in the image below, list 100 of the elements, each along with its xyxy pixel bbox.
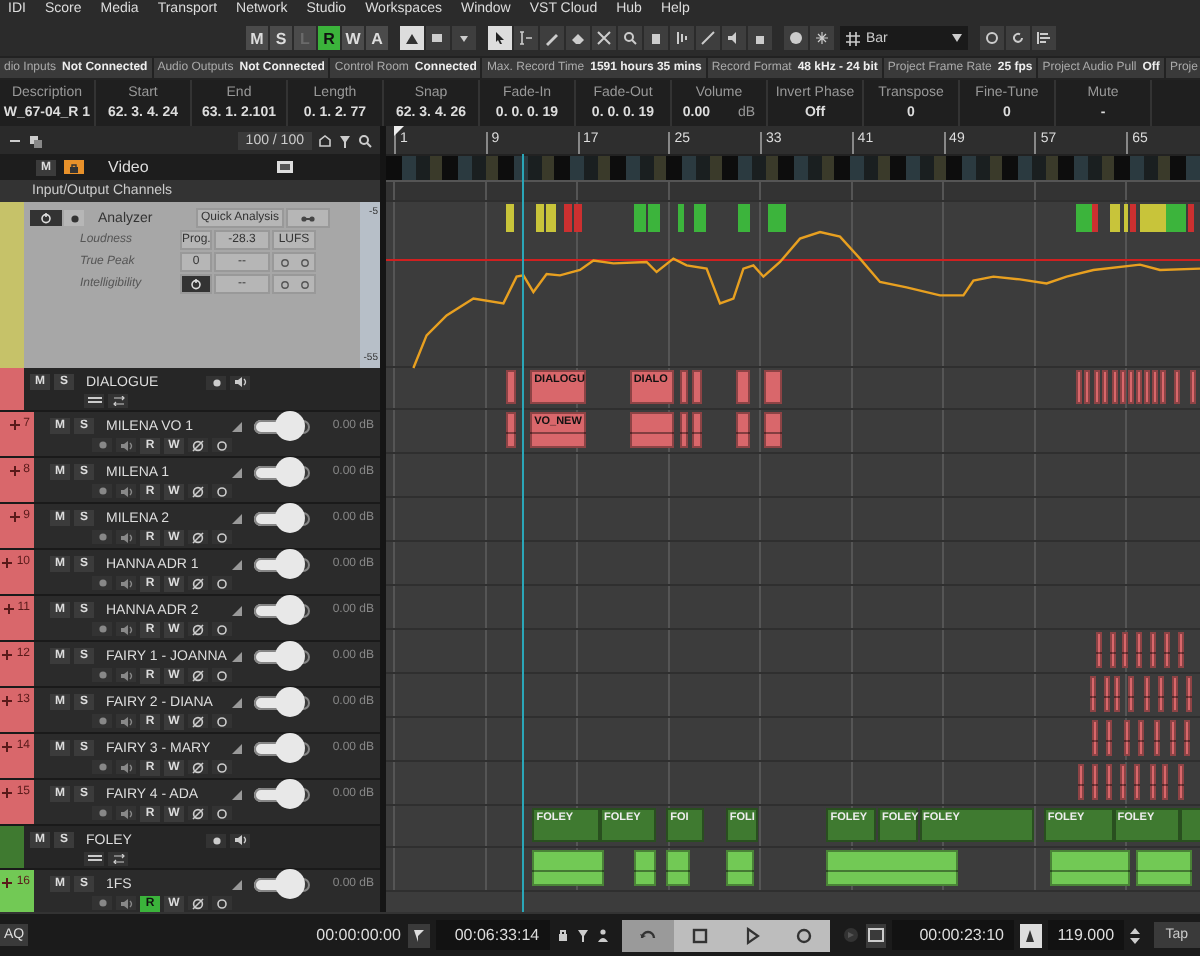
audio-event[interactable]	[1109, 632, 1115, 668]
record-dot-icon[interactable]	[97, 486, 107, 496]
audio-event[interactable]	[506, 412, 517, 448]
volume-fader[interactable]	[252, 741, 312, 755]
phase-icon[interactable]	[192, 531, 204, 543]
time-field[interactable]: 00:00:23:10	[892, 920, 1014, 950]
volume-fader[interactable]	[252, 557, 312, 571]
audio-event[interactable]	[691, 412, 702, 448]
audio-event[interactable]	[763, 370, 782, 404]
line-icon[interactable]	[700, 30, 716, 46]
audio-event[interactable]	[1075, 370, 1082, 404]
monitor-icon[interactable]	[216, 531, 228, 543]
mode-button[interactable]: W	[342, 26, 364, 50]
record-dot-icon[interactable]	[97, 532, 107, 542]
stop-icon[interactable]	[689, 925, 710, 945]
audio-event[interactable]	[1078, 764, 1085, 800]
record-dot-icon[interactable]	[211, 377, 221, 387]
volume-fader[interactable]	[252, 877, 312, 891]
audio-event[interactable]	[1105, 720, 1112, 756]
filter-icon[interactable]	[338, 133, 352, 147]
audio-event[interactable]	[1183, 720, 1190, 756]
audio-event[interactable]	[725, 850, 754, 886]
audio-event[interactable]	[1094, 370, 1101, 404]
audio-event[interactable]	[629, 412, 674, 448]
audio-event[interactable]	[1178, 764, 1185, 800]
volume-fader[interactable]	[252, 511, 312, 525]
audio-event[interactable]	[1169, 720, 1176, 756]
speaker-icon[interactable]	[119, 761, 133, 773]
speaker-icon[interactable]	[119, 439, 133, 451]
monitor-icon[interactable]	[216, 669, 228, 681]
volume-fader[interactable]	[252, 649, 312, 663]
volume-fader[interactable]	[252, 465, 312, 479]
record-dot-icon[interactable]	[97, 440, 107, 450]
audio-event[interactable]	[1102, 370, 1109, 404]
lanes-icon[interactable]	[87, 396, 101, 406]
audio-event[interactable]	[1133, 764, 1139, 800]
record-dot-icon[interactable]	[97, 716, 107, 726]
audio-event[interactable]	[1135, 632, 1142, 668]
speaker-icon[interactable]	[119, 623, 133, 635]
speaker-icon[interactable]	[233, 376, 247, 388]
bars-icon[interactable]	[674, 30, 690, 46]
audio-event[interactable]	[1153, 720, 1160, 756]
record-dot-icon[interactable]	[69, 213, 79, 223]
audio-event[interactable]	[1136, 370, 1143, 404]
speaker-icon[interactable]	[119, 807, 133, 819]
audio-event[interactable]	[666, 850, 691, 886]
audio-event[interactable]	[763, 412, 782, 448]
pencil-icon[interactable]	[544, 30, 560, 46]
copy-icon[interactable]	[28, 133, 42, 147]
monitor-icon[interactable]	[216, 715, 228, 727]
speaker-icon[interactable]	[726, 30, 742, 46]
audio-event[interactable]	[1143, 676, 1150, 712]
audio-event[interactable]	[1163, 632, 1170, 668]
phase-icon[interactable]	[192, 485, 204, 497]
monitor-icon[interactable]	[216, 485, 228, 497]
play-icon[interactable]	[741, 925, 762, 945]
phase-icon[interactable]	[192, 715, 204, 727]
audio-event[interactable]	[1112, 370, 1119, 404]
record-dot-icon[interactable]	[97, 808, 107, 818]
filter-icon[interactable]	[575, 928, 590, 942]
audio-event[interactable]	[1120, 764, 1127, 800]
audio-event[interactable]	[634, 850, 656, 886]
screen-icon[interactable]	[867, 928, 884, 942]
phase-icon[interactable]	[192, 577, 204, 589]
playhead-line[interactable]	[522, 154, 525, 912]
speaker-icon[interactable]	[119, 715, 133, 727]
mode-button[interactable]: A	[366, 26, 388, 50]
time-field[interactable]: 00:06:33:14	[435, 920, 550, 950]
phase-icon[interactable]	[192, 669, 204, 681]
speaker-icon[interactable]	[119, 897, 133, 909]
audio-event[interactable]	[1171, 676, 1178, 712]
options-icon[interactable]	[300, 213, 316, 223]
audio-event[interactable]	[1152, 370, 1159, 404]
record-icon[interactable]	[793, 925, 814, 945]
audio-event[interactable]	[1144, 370, 1151, 404]
speaker-icon[interactable]	[233, 834, 247, 846]
monitor-icon[interactable]	[216, 623, 228, 635]
audio-event[interactable]	[1121, 632, 1128, 668]
audio-event[interactable]	[1162, 764, 1169, 800]
mode-button[interactable]: M	[246, 26, 268, 50]
audio-event[interactable]	[1106, 764, 1113, 800]
audio-event[interactable]	[1049, 850, 1130, 886]
volume-fader[interactable]	[252, 419, 312, 433]
spin-icon[interactable]	[1129, 927, 1140, 943]
audio-event[interactable]	[1157, 676, 1164, 712]
record-dot-icon[interactable]	[211, 835, 221, 845]
audio-event[interactable]	[1095, 632, 1102, 668]
audio-event[interactable]	[506, 370, 517, 404]
volume-fader[interactable]	[252, 695, 312, 709]
mode-button[interactable]: S	[270, 26, 292, 50]
automation-icon[interactable]	[404, 30, 420, 46]
audio-event[interactable]	[1128, 676, 1135, 712]
video-icon[interactable]	[276, 160, 294, 174]
audio-event[interactable]	[1123, 720, 1130, 756]
audio-event[interactable]	[1114, 676, 1121, 712]
zoom-icon[interactable]	[622, 30, 638, 46]
audio-event[interactable]	[1177, 632, 1184, 668]
volume-fader[interactable]	[252, 603, 312, 617]
record-dot-icon[interactable]	[97, 670, 107, 680]
metronome-icon[interactable]	[1022, 927, 1039, 943]
